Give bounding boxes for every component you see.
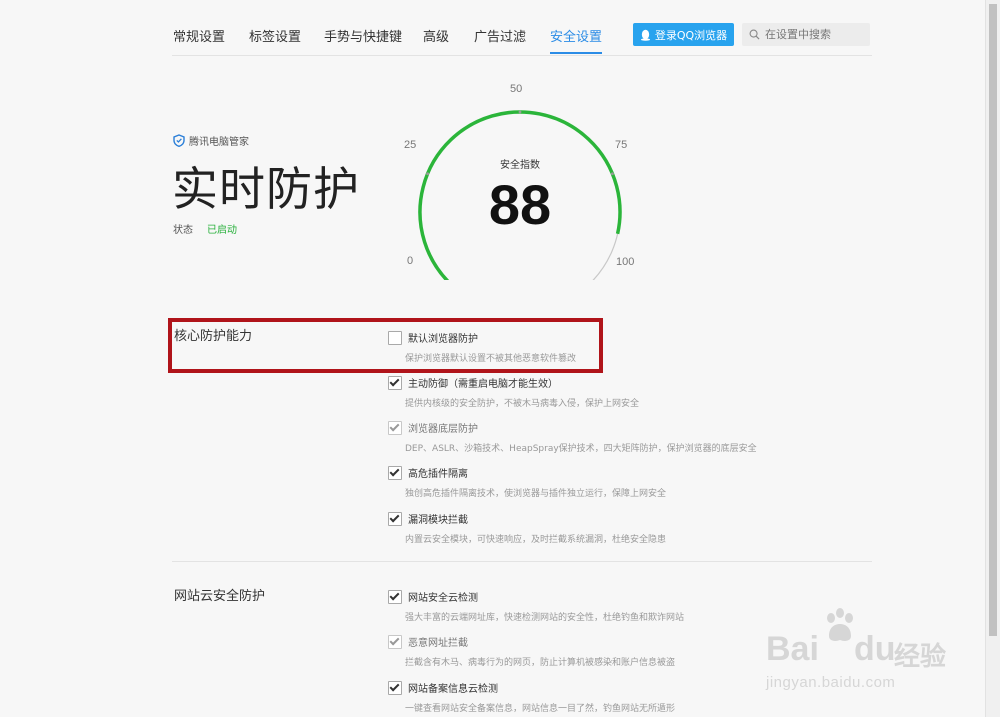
gauge-tick-0: 0 [407,255,414,267]
option-description: 内置云安全模块，可快速响应，及时拦截系统漏洞，杜绝安全隐患 [405,535,667,545]
highlight-box [168,318,603,373]
checkbox[interactable] [388,511,402,526]
tab-security[interactable]: 安全设置 [550,26,603,54]
option-label: 高危插件隔离 [408,469,468,480]
status-value: 已启动 [207,225,237,236]
brand: 腾讯电脑管家 [173,133,249,148]
baidu-jingyan-watermark: Bai du 经验 jingyan.baidu.com [762,606,948,698]
shield-icon [173,134,185,147]
scrollbar-thumb[interactable] [989,4,997,636]
option-description: 提供内核级的安全防护，不被木马病毒入侵，保护上网安全 [405,399,640,409]
checkbox[interactable] [388,420,402,435]
watermark-text-bai: Bai [766,630,819,668]
watermark-text-du: du [854,630,896,668]
checkbox[interactable] [388,375,402,390]
checkbox[interactable] [388,589,402,604]
security-gauge: 安全指数 88 0 25 50 75 100 [395,80,645,285]
settings-page: 常规设置 标签设置 手势与快捷键 高级 广告过滤 安全设置 登录QQ浏览器 腾讯… [0,0,986,717]
settings-search[interactable] [742,23,870,46]
section-title-web-cloud-protection: 网站云安全防护 [174,589,266,604]
vertical-scrollbar[interactable] [985,0,1000,717]
option-browser-underlying-protection[interactable]: 浏览器底层防护 DEP、ASLR、沙箱技术、HeapSpray保护技术，四大矩阵… [388,420,868,454]
protection-status: 状态 已启动 [173,221,237,236]
option-label: 主动防御（需重启电脑才能生效） [408,379,558,390]
checkbox[interactable] [388,465,402,480]
status-label: 状态 [173,225,193,236]
tab-tabs[interactable]: 标签设置 [249,26,301,45]
search-icon [749,29,760,40]
gauge-value: 88 [488,173,552,236]
checkbox[interactable] [388,680,402,695]
page-title: 实时防护 [172,162,360,216]
option-label: 漏洞模块拦截 [408,515,468,526]
option-high-risk-plugin-isolation[interactable]: 高危插件隔离 独创高危插件隔离技术，使浏览器与插件独立运行，保障上网安全 [388,465,868,499]
tab-ad-filter[interactable]: 广告过滤 [474,26,526,45]
option-label: 浏览器底层防护 [408,424,478,435]
search-input[interactable] [765,28,869,41]
checkbox[interactable] [388,634,402,649]
brand-label: 腾讯电脑管家 [189,137,249,148]
option-label: 恶意网址拦截 [408,638,468,649]
gauge-tick-100: 100 [616,256,635,268]
qq-penguin-icon [640,29,650,41]
watermark-text-jingyan: 经验 [894,641,947,671]
gauge-tick-75: 75 [615,139,628,151]
watermark-url: jingyan.baidu.com [766,674,896,691]
tab-gestures-shortcuts[interactable]: 手势与快捷键 [324,26,402,45]
option-label: 网站备案信息云检测 [408,684,498,695]
option-description: DEP、ASLR、沙箱技术、HeapSpray保护技术，四大矩阵防护，保护浏览器… [405,444,757,454]
login-button-label: 登录QQ浏览器 [654,28,728,42]
gauge-tick-25: 25 [404,139,417,151]
tabs-divider [172,55,872,56]
option-vulnerability-module-block[interactable]: 漏洞模块拦截 内置云安全模块，可快速响应，及时拦截系统漏洞，杜绝安全隐患 [388,511,868,545]
tab-general[interactable]: 常规设置 [173,26,225,45]
paw-icon [827,608,853,641]
option-description: 独创高危插件隔离技术，使浏览器与插件独立运行，保障上网安全 [405,489,667,499]
gauge-title: 安全指数 [500,160,540,171]
option-description: 一键查看网站安全备案信息，网站信息一目了然，钓鱼网站无所遁形 [405,704,676,714]
gauge-tick-50: 50 [510,83,523,95]
login-qq-browser-button[interactable]: 登录QQ浏览器 [633,23,734,46]
section-divider [172,561,872,562]
gauge-tick-dot [518,110,522,114]
tab-advanced[interactable]: 高级 [423,26,449,45]
option-active-defense[interactable]: 主动防御（需重启电脑才能生效） 提供内核级的安全防护，不被木马病毒入侵，保护上网… [388,375,868,409]
option-label: 网站安全云检测 [408,593,478,604]
